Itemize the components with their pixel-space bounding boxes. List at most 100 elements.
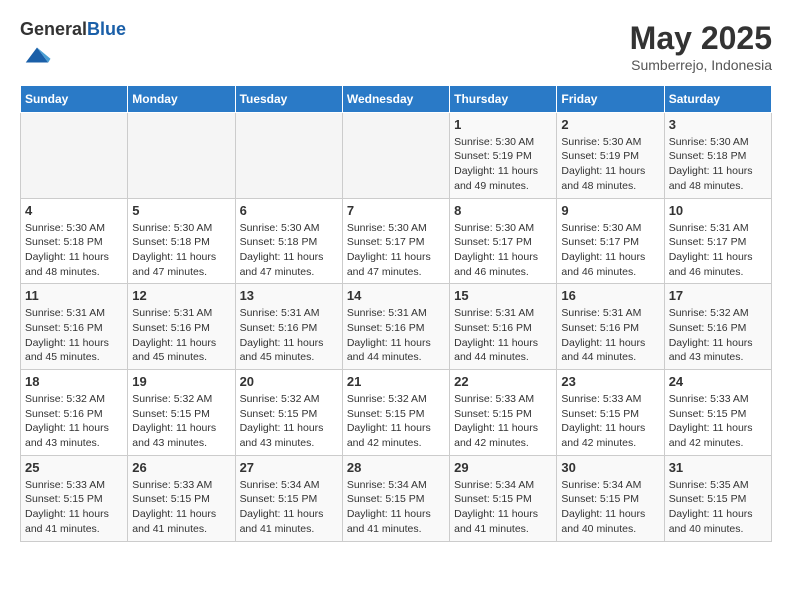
day-number: 2 — [561, 117, 659, 132]
day-number: 26 — [132, 460, 230, 475]
calendar-cell: 18 Sunrise: 5:32 AMSunset: 5:16 PMDaylig… — [21, 370, 128, 456]
day-number: 25 — [25, 460, 123, 475]
week-row-4: 18 Sunrise: 5:32 AMSunset: 5:16 PMDaylig… — [21, 370, 772, 456]
day-info: Sunrise: 5:32 AMSunset: 5:15 PMDaylight:… — [240, 392, 338, 451]
calendar-cell: 21 Sunrise: 5:32 AMSunset: 5:15 PMDaylig… — [342, 370, 449, 456]
day-number: 5 — [132, 203, 230, 218]
day-info: Sunrise: 5:33 AMSunset: 5:15 PMDaylight:… — [561, 392, 659, 451]
calendar-table: Sunday Monday Tuesday Wednesday Thursday… — [20, 85, 772, 542]
day-info: Sunrise: 5:30 AMSunset: 5:17 PMDaylight:… — [347, 221, 445, 280]
day-number: 10 — [669, 203, 767, 218]
calendar-cell: 24 Sunrise: 5:33 AMSunset: 5:15 PMDaylig… — [664, 370, 771, 456]
day-info: Sunrise: 5:33 AMSunset: 5:15 PMDaylight:… — [669, 392, 767, 451]
day-info: Sunrise: 5:33 AMSunset: 5:15 PMDaylight:… — [454, 392, 552, 451]
calendar-cell: 3 Sunrise: 5:30 AMSunset: 5:18 PMDayligh… — [664, 112, 771, 198]
calendar-cell: 22 Sunrise: 5:33 AMSunset: 5:15 PMDaylig… — [450, 370, 557, 456]
calendar-cell: 29 Sunrise: 5:34 AMSunset: 5:15 PMDaylig… — [450, 455, 557, 541]
day-info: Sunrise: 5:34 AMSunset: 5:15 PMDaylight:… — [240, 478, 338, 537]
calendar-cell: 2 Sunrise: 5:30 AMSunset: 5:19 PMDayligh… — [557, 112, 664, 198]
calendar-cell: 6 Sunrise: 5:30 AMSunset: 5:18 PMDayligh… — [235, 198, 342, 284]
calendar-cell — [128, 112, 235, 198]
day-info: Sunrise: 5:30 AMSunset: 5:17 PMDaylight:… — [561, 221, 659, 280]
day-number: 13 — [240, 288, 338, 303]
header-sunday: Sunday — [21, 85, 128, 112]
calendar-cell: 10 Sunrise: 5:31 AMSunset: 5:17 PMDaylig… — [664, 198, 771, 284]
logo-blue-text: Blue — [87, 19, 126, 39]
day-info: Sunrise: 5:31 AMSunset: 5:17 PMDaylight:… — [669, 221, 767, 280]
calendar-cell: 28 Sunrise: 5:34 AMSunset: 5:15 PMDaylig… — [342, 455, 449, 541]
calendar-cell: 8 Sunrise: 5:30 AMSunset: 5:17 PMDayligh… — [450, 198, 557, 284]
day-info: Sunrise: 5:34 AMSunset: 5:15 PMDaylight:… — [454, 478, 552, 537]
day-number: 22 — [454, 374, 552, 389]
day-number: 31 — [669, 460, 767, 475]
calendar-cell: 7 Sunrise: 5:30 AMSunset: 5:17 PMDayligh… — [342, 198, 449, 284]
header-saturday: Saturday — [664, 85, 771, 112]
day-info: Sunrise: 5:33 AMSunset: 5:15 PMDaylight:… — [132, 478, 230, 537]
day-number: 17 — [669, 288, 767, 303]
calendar-cell: 11 Sunrise: 5:31 AMSunset: 5:16 PMDaylig… — [21, 284, 128, 370]
calendar-cell: 13 Sunrise: 5:31 AMSunset: 5:16 PMDaylig… — [235, 284, 342, 370]
day-number: 23 — [561, 374, 659, 389]
day-info: Sunrise: 5:32 AMSunset: 5:16 PMDaylight:… — [25, 392, 123, 451]
header-monday: Monday — [128, 85, 235, 112]
calendar-cell: 26 Sunrise: 5:33 AMSunset: 5:15 PMDaylig… — [128, 455, 235, 541]
calendar-cell: 31 Sunrise: 5:35 AMSunset: 5:15 PMDaylig… — [664, 455, 771, 541]
day-number: 3 — [669, 117, 767, 132]
day-info: Sunrise: 5:31 AMSunset: 5:16 PMDaylight:… — [240, 306, 338, 365]
day-number: 4 — [25, 203, 123, 218]
day-info: Sunrise: 5:31 AMSunset: 5:16 PMDaylight:… — [25, 306, 123, 365]
logo-general-text: General — [20, 19, 87, 39]
week-row-5: 25 Sunrise: 5:33 AMSunset: 5:15 PMDaylig… — [21, 455, 772, 541]
day-info: Sunrise: 5:30 AMSunset: 5:19 PMDaylight:… — [561, 135, 659, 194]
calendar-cell: 20 Sunrise: 5:32 AMSunset: 5:15 PMDaylig… — [235, 370, 342, 456]
day-info: Sunrise: 5:30 AMSunset: 5:17 PMDaylight:… — [454, 221, 552, 280]
day-info: Sunrise: 5:30 AMSunset: 5:18 PMDaylight:… — [669, 135, 767, 194]
day-info: Sunrise: 5:32 AMSunset: 5:16 PMDaylight:… — [669, 306, 767, 365]
day-number: 30 — [561, 460, 659, 475]
day-info: Sunrise: 5:31 AMSunset: 5:16 PMDaylight:… — [132, 306, 230, 365]
week-row-2: 4 Sunrise: 5:30 AMSunset: 5:18 PMDayligh… — [21, 198, 772, 284]
calendar-cell — [235, 112, 342, 198]
day-info: Sunrise: 5:30 AMSunset: 5:18 PMDaylight:… — [25, 221, 123, 280]
day-number: 7 — [347, 203, 445, 218]
calendar-cell: 19 Sunrise: 5:32 AMSunset: 5:15 PMDaylig… — [128, 370, 235, 456]
day-number: 9 — [561, 203, 659, 218]
weekday-header-row: Sunday Monday Tuesday Wednesday Thursday… — [21, 85, 772, 112]
day-info: Sunrise: 5:31 AMSunset: 5:16 PMDaylight:… — [454, 306, 552, 365]
calendar-cell: 17 Sunrise: 5:32 AMSunset: 5:16 PMDaylig… — [664, 284, 771, 370]
calendar-cell: 4 Sunrise: 5:30 AMSunset: 5:18 PMDayligh… — [21, 198, 128, 284]
day-info: Sunrise: 5:30 AMSunset: 5:19 PMDaylight:… — [454, 135, 552, 194]
header-tuesday: Tuesday — [235, 85, 342, 112]
header-thursday: Thursday — [450, 85, 557, 112]
logo: GeneralBlue — [20, 20, 126, 75]
calendar-cell: 9 Sunrise: 5:30 AMSunset: 5:17 PMDayligh… — [557, 198, 664, 284]
day-number: 16 — [561, 288, 659, 303]
day-info: Sunrise: 5:34 AMSunset: 5:15 PMDaylight:… — [561, 478, 659, 537]
calendar-cell — [342, 112, 449, 198]
calendar-cell: 14 Sunrise: 5:31 AMSunset: 5:16 PMDaylig… — [342, 284, 449, 370]
calendar-cell: 27 Sunrise: 5:34 AMSunset: 5:15 PMDaylig… — [235, 455, 342, 541]
day-number: 8 — [454, 203, 552, 218]
day-number: 24 — [669, 374, 767, 389]
calendar-cell: 15 Sunrise: 5:31 AMSunset: 5:16 PMDaylig… — [450, 284, 557, 370]
calendar-cell: 30 Sunrise: 5:34 AMSunset: 5:15 PMDaylig… — [557, 455, 664, 541]
logo-icon — [22, 40, 52, 70]
day-number: 27 — [240, 460, 338, 475]
day-number: 28 — [347, 460, 445, 475]
day-number: 11 — [25, 288, 123, 303]
calendar-cell: 16 Sunrise: 5:31 AMSunset: 5:16 PMDaylig… — [557, 284, 664, 370]
calendar-cell — [21, 112, 128, 198]
day-number: 15 — [454, 288, 552, 303]
day-number: 29 — [454, 460, 552, 475]
day-info: Sunrise: 5:32 AMSunset: 5:15 PMDaylight:… — [132, 392, 230, 451]
day-number: 1 — [454, 117, 552, 132]
calendar-cell: 5 Sunrise: 5:30 AMSunset: 5:18 PMDayligh… — [128, 198, 235, 284]
day-info: Sunrise: 5:33 AMSunset: 5:15 PMDaylight:… — [25, 478, 123, 537]
day-info: Sunrise: 5:31 AMSunset: 5:16 PMDaylight:… — [561, 306, 659, 365]
calendar-cell: 12 Sunrise: 5:31 AMSunset: 5:16 PMDaylig… — [128, 284, 235, 370]
day-info: Sunrise: 5:31 AMSunset: 5:16 PMDaylight:… — [347, 306, 445, 365]
calendar-cell: 1 Sunrise: 5:30 AMSunset: 5:19 PMDayligh… — [450, 112, 557, 198]
day-number: 14 — [347, 288, 445, 303]
day-number: 20 — [240, 374, 338, 389]
day-number: 19 — [132, 374, 230, 389]
